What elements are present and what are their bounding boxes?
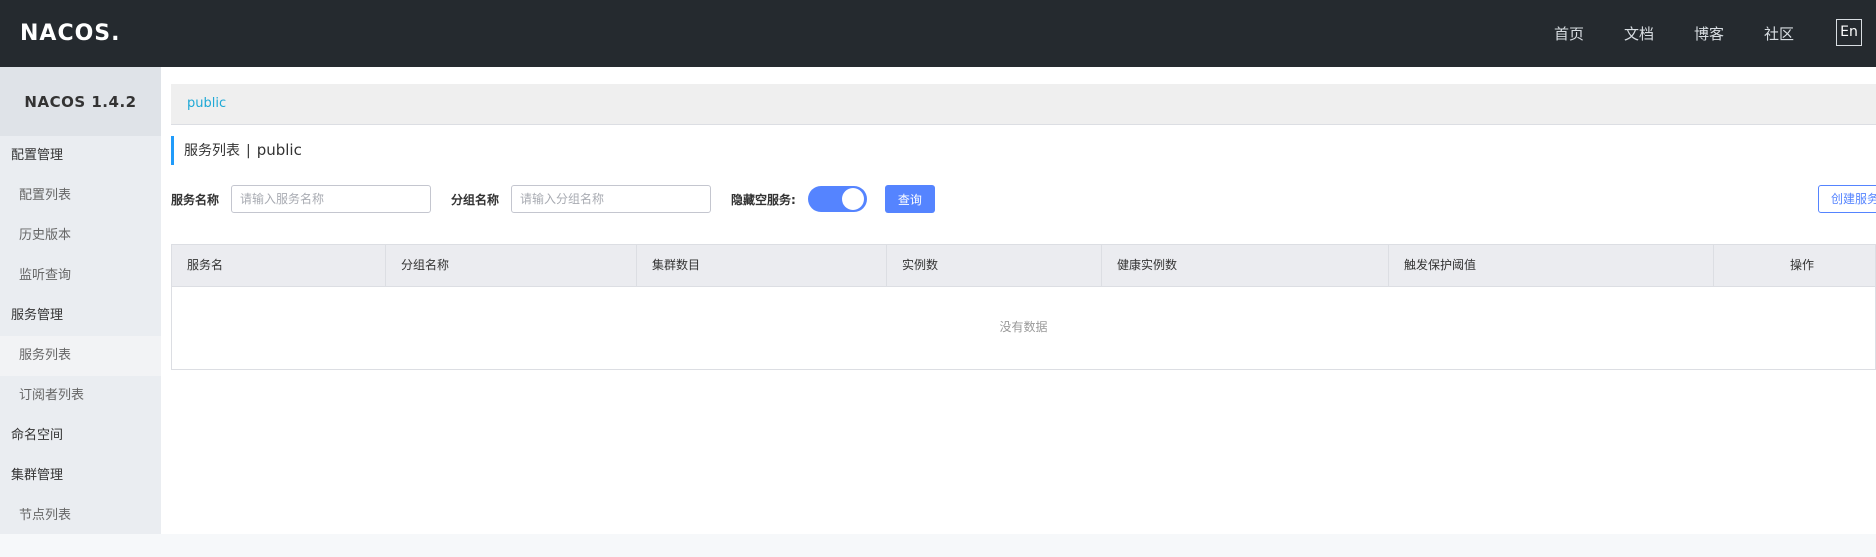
- service-name-label: 服务名称: [171, 192, 220, 207]
- sidebar-item-config-list[interactable]: 配置列表: [0, 176, 161, 216]
- table-header: 服务名 分组名称 集群数目 实例数 健康实例数 触发保护阈值 操作: [172, 245, 1875, 287]
- page-title-separator: |: [246, 143, 251, 159]
- namespace-link-public[interactable]: public: [187, 96, 226, 111]
- nav-blog-link[interactable]: 博客: [1694, 23, 1724, 44]
- page-title: 服务列表 | public: [171, 136, 302, 165]
- service-name-input[interactable]: [231, 185, 432, 213]
- sidebar-version: NACOS 1.4.2: [0, 67, 161, 136]
- hide-empty-label: 隐藏空服务:: [731, 192, 796, 207]
- column-healthy-instance-count: 健康实例数: [1102, 245, 1389, 286]
- toggle-knob: [841, 188, 864, 210]
- sidebar-item-history[interactable]: 历史版本: [0, 216, 161, 256]
- language-switch-button[interactable]: En: [1836, 19, 1862, 46]
- table-empty-text: 没有数据: [999, 320, 1048, 334]
- nav-community-link[interactable]: 社区: [1764, 23, 1794, 44]
- sidebar-item-listener-query[interactable]: 监听查询: [0, 256, 161, 296]
- group-name-input[interactable]: [511, 185, 712, 213]
- nav-docs-link[interactable]: 文档: [1624, 23, 1654, 44]
- sidebar-group-namespace[interactable]: 命名空间: [0, 416, 161, 456]
- hide-empty-toggle[interactable]: [807, 186, 867, 212]
- sidebar-group-cluster[interactable]: 集群管理: [0, 456, 161, 496]
- sidebar-item-subscriber-list[interactable]: 订阅者列表: [0, 376, 161, 416]
- column-instance-count: 实例数: [887, 245, 1102, 286]
- query-button[interactable]: 查询: [884, 185, 935, 213]
- sidebar-group-config[interactable]: 配置管理: [0, 136, 161, 176]
- column-protect-threshold: 触发保护阈值: [1389, 245, 1714, 286]
- nacos-logo[interactable]: NACOS.: [20, 18, 120, 46]
- column-operations: 操作: [1790, 258, 1815, 272]
- filter-bar: 服务名称 分组名称 隐藏空服务: 查询: [171, 185, 935, 213]
- logo-text: NACOS.: [20, 21, 120, 46]
- top-nav: 首页 文档 博客 社区: [1554, 0, 1876, 67]
- sidebar-item-node-list[interactable]: 节点列表: [0, 496, 161, 536]
- sidebar-item-service-list[interactable]: 服务列表: [0, 336, 161, 376]
- column-service-name: 服务名: [172, 245, 386, 286]
- create-service-button[interactable]: 创建服务: [1818, 185, 1876, 213]
- top-navbar: NACOS. 首页 文档 博客 社区 En: [0, 0, 1876, 67]
- namespace-bar: public: [171, 84, 1876, 125]
- sidebar: NACOS 1.4.2 配置管理 配置列表 历史版本 监听查询 服务管理 服务列…: [0, 67, 161, 534]
- group-name-label: 分组名称: [451, 192, 500, 207]
- page-title-text: 服务列表: [184, 143, 240, 159]
- service-table: 服务名 分组名称 集群数目 实例数 健康实例数 触发保护阈值 操作 没有数据: [171, 244, 1876, 370]
- column-group-name: 分组名称: [386, 245, 637, 286]
- sidebar-group-service[interactable]: 服务管理: [0, 296, 161, 336]
- nav-home-link[interactable]: 首页: [1554, 23, 1584, 44]
- page-title-namespace: public: [256, 141, 302, 159]
- main-content: public 服务列表 | public 服务名称 分组名称 隐藏空服务: 查询 创…: [161, 67, 1876, 534]
- column-cluster-count: 集群数目: [637, 245, 887, 286]
